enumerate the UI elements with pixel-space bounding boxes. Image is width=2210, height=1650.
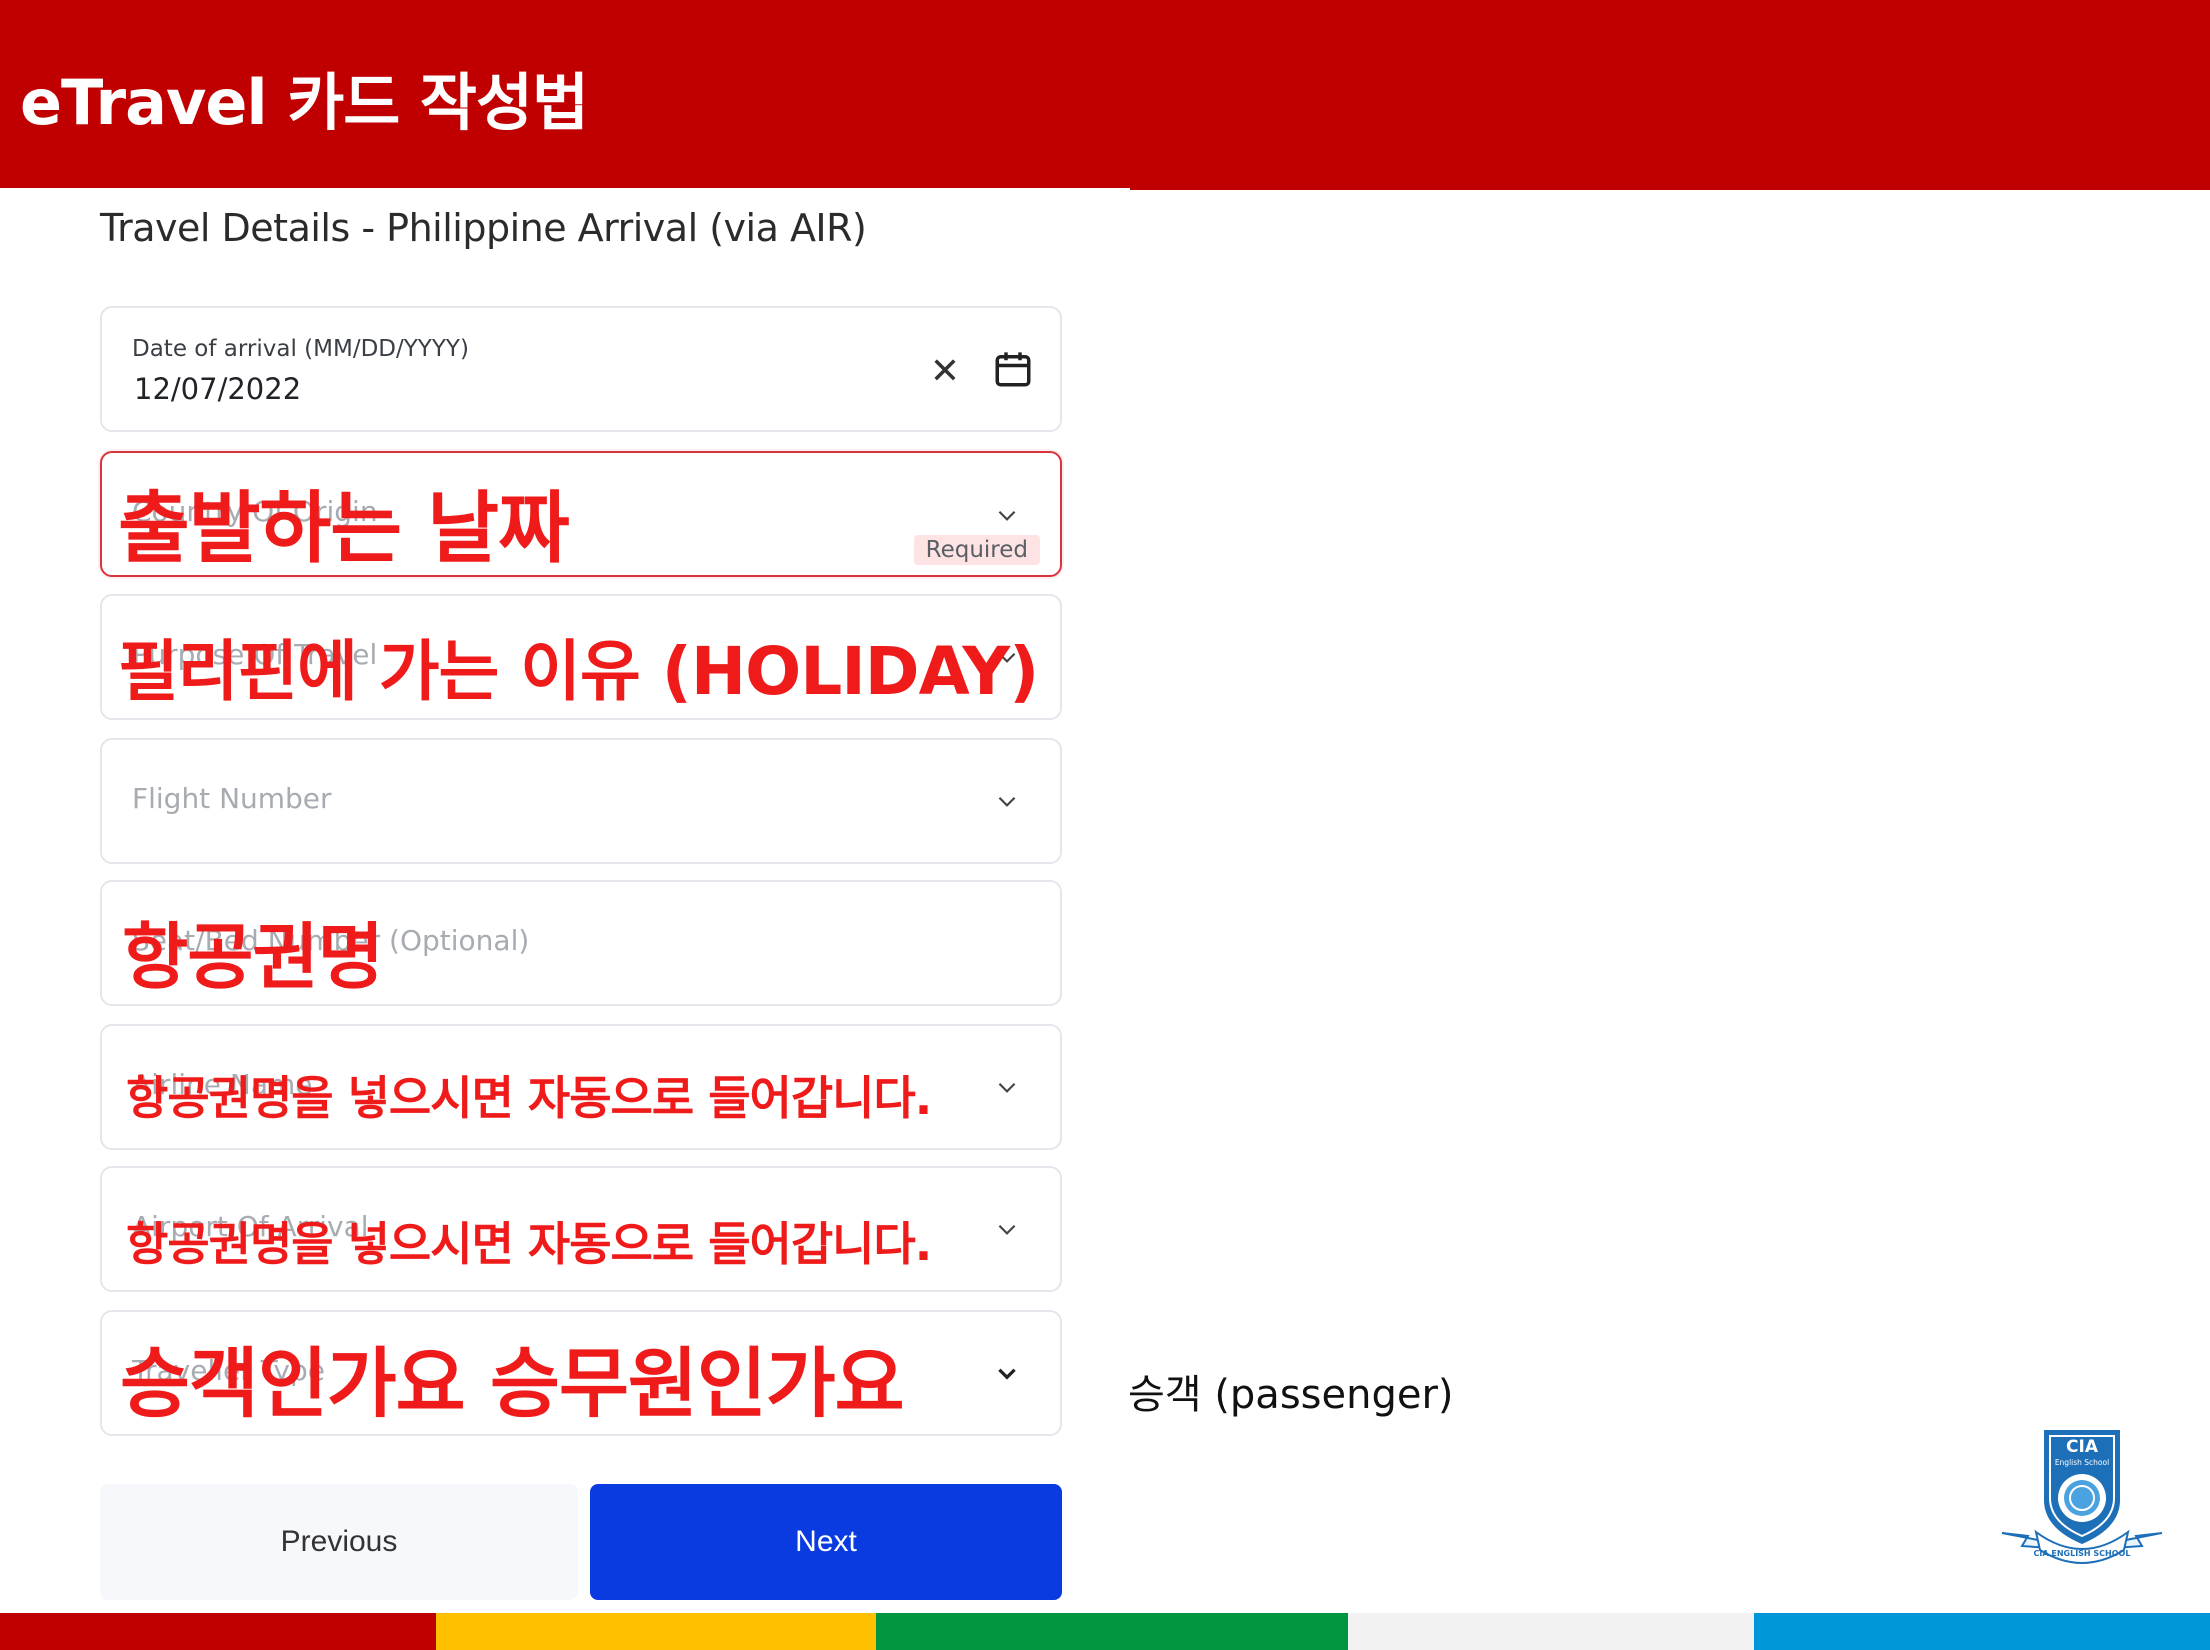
calendar-icon[interactable] — [992, 348, 1034, 390]
date-of-arrival-value: 12/07/2022 — [134, 372, 302, 406]
flight-number-label: Flight Number — [132, 782, 332, 815]
logo-top-text: CIA — [2066, 1437, 2099, 1457]
previous-button[interactable]: Previous — [100, 1484, 578, 1600]
next-button[interactable]: Next — [590, 1484, 1062, 1600]
chevron-down-icon — [998, 1368, 1016, 1380]
date-of-arrival-label: Date of arrival (MM/DD/YYYY) — [132, 336, 469, 362]
footer-stripe-light — [1348, 1613, 1754, 1650]
chevron-down-icon — [998, 796, 1016, 807]
footer-stripe-green — [876, 1613, 1348, 1650]
annotation-auto-fill-airline: 항공권명을 넣으시면 자동으로 들어갑니다. — [126, 1071, 932, 1125]
annotation-auto-fill-airport: 항공권명을 넣으시면 자동으로 들어갑니다. — [126, 1217, 932, 1271]
chevron-down-icon — [998, 510, 1016, 521]
footer-stripe-blue — [1754, 1613, 2210, 1650]
annotation-ticket-name: 항공권명 — [122, 915, 384, 999]
logo-ribbon-text: CIA ENGLISH SCHOOL — [2034, 1549, 2131, 1558]
passenger-note: 승객 (passenger) — [1128, 1372, 1454, 1418]
footer-stripe-red — [0, 1613, 436, 1650]
flight-number-select[interactable]: Flight Number — [100, 738, 1062, 864]
close-icon[interactable]: ✕ — [930, 354, 960, 390]
header-bar: eTravel 카드 작성법 — [0, 0, 2210, 190]
logo-sub-text: English School — [2055, 1458, 2109, 1467]
cia-school-logo: CIA ENGLISH SCHOOL CIA English School — [2001, 1430, 2163, 1564]
screenshot-top-edge — [0, 188, 1130, 196]
annotation-purpose: 필리핀에 가는 이유 (HOLIDAY) — [118, 633, 1039, 710]
required-badge: Required — [913, 535, 1040, 565]
chevron-down-icon — [998, 1224, 1016, 1235]
annotation-departure-date: 출발하는 날짜 — [118, 484, 570, 574]
annotation-traveller-type: 승객인가요 승무원인가요 — [120, 1339, 905, 1428]
chevron-down-icon — [998, 1082, 1016, 1093]
date-of-arrival-field[interactable]: Date of arrival (MM/DD/YYYY) 12/07/2022 … — [100, 306, 1062, 432]
section-title: Travel Details - Philippine Arrival (via… — [100, 206, 867, 250]
page-title: eTravel 카드 작성법 — [20, 66, 589, 139]
footer-stripe-yellow — [436, 1613, 876, 1650]
